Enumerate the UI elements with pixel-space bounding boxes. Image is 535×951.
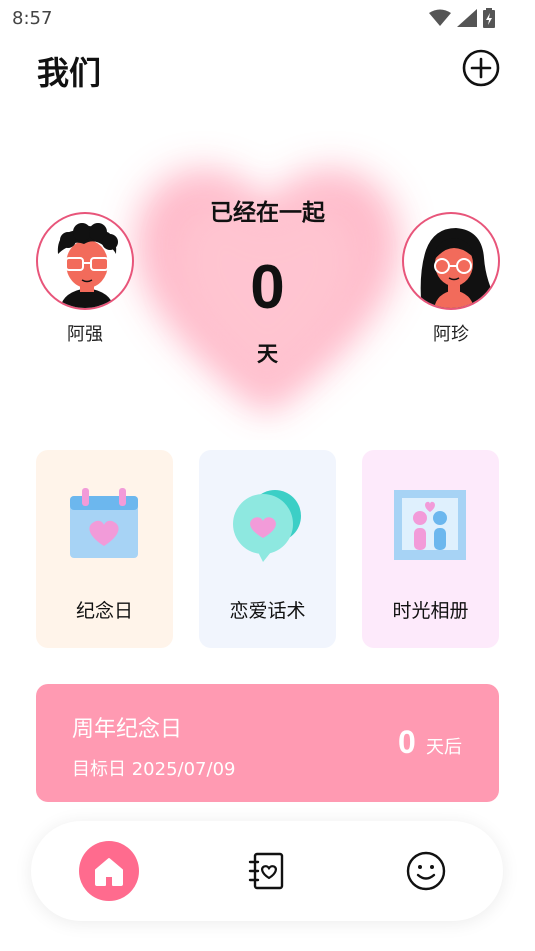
girl-avatar-icon [420,228,498,308]
nav-home[interactable] [79,841,139,901]
feature-card-love-talk[interactable]: 恋爱话术 [199,450,336,648]
chat-bubble-heart-icon [233,490,301,562]
plus-circle-icon[interactable] [462,49,500,87]
feature-label-anniversary: 纪念日 [75,600,133,622]
anniversary-days-unit: 天后 [426,737,462,758]
notebook-heart-icon [248,852,284,890]
page-title: 我们 [37,54,102,92]
feature-card-anniversary[interactable]: 纪念日 [36,450,173,648]
anniversary-banner[interactable]: 周年纪念日 目标日 2025/07/09 0 天后 [36,684,499,802]
avatar-right[interactable] [402,212,500,310]
photo-album-icon [394,490,466,560]
anniversary-title: 周年纪念日 [72,717,183,742]
bottom-nav [31,821,503,921]
calendar-heart-icon [70,488,138,558]
status-time: 8:57 [12,8,53,29]
battery-charging-icon [483,8,495,28]
nav-notebook[interactable] [237,841,297,901]
anniversary-days-count: 0 [398,724,416,760]
avatar-left[interactable] [36,212,134,310]
avatar-left-name: 阿强 [67,324,103,345]
wifi-icon [429,9,451,26]
smiley-icon [406,851,446,891]
home-icon [95,858,123,886]
feature-label-photo-album: 时光相册 [392,600,469,622]
status-bar: 8:57 [0,0,535,36]
nav-mood[interactable] [396,841,456,901]
cellular-signal-icon [457,9,477,27]
feature-label-love-talk: 恋爱话术 [229,600,306,622]
avatar-right-name: 阿珍 [433,324,469,345]
status-icons [429,8,495,28]
boy-avatar-icon [57,223,118,308]
feature-card-photo-album[interactable]: 时光相册 [362,450,499,648]
anniversary-target-date: 目标日 2025/07/09 [72,759,236,780]
